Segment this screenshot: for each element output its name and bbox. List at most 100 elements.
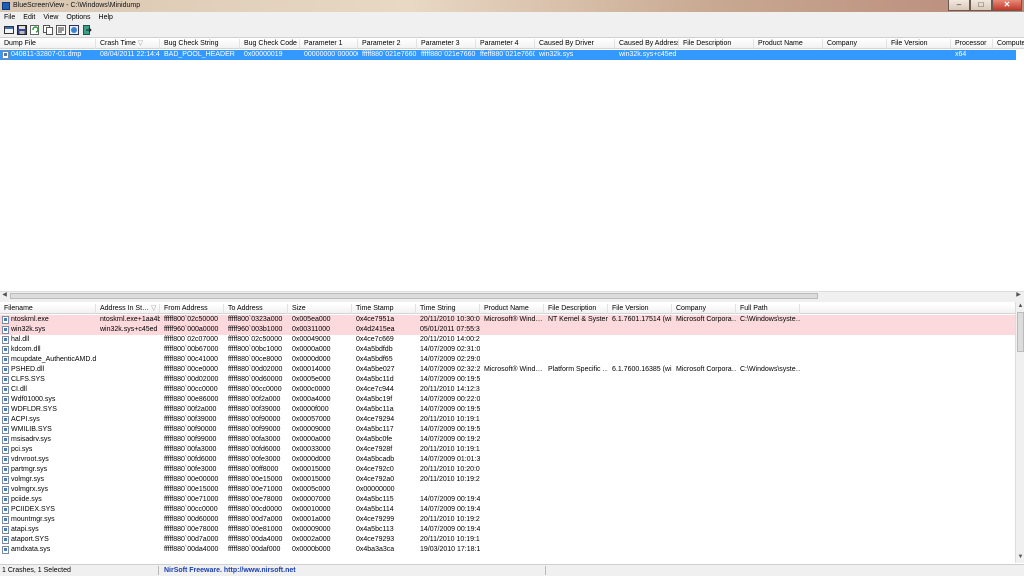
table-row[interactable]: mountmgr.sys fffff880`00d60000 fffff880`00…	[0, 515, 1015, 525]
table-row[interactable]: CLFS.SYS fffff880`00d02000 fffff880`00d600…	[0, 375, 1015, 385]
column-header-file-description[interactable]: File Description	[679, 39, 754, 49]
table-row[interactable]: amdxata.sys fffff880`00da4000 fffff880`00d…	[0, 545, 1015, 555]
column-header-product-name[interactable]: Product Name	[480, 304, 544, 314]
cell-full-path	[736, 335, 800, 345]
column-header-address-in-st[interactable]: Address In St… ▽	[96, 304, 160, 314]
exit-icon[interactable]	[82, 25, 92, 35]
table-row[interactable]: volmgrx.sys fffff880`00e15000 fffff880`00e…	[0, 485, 1015, 495]
column-header-computer[interactable]: Computer	[993, 39, 1024, 49]
options-icon[interactable]	[4, 25, 14, 35]
column-header-parameter-3[interactable]: Parameter 3	[417, 39, 476, 49]
table-row[interactable]: pci.sys fffff880`00fa3000 fffff880`00fd600…	[0, 445, 1015, 455]
column-header-time-string[interactable]: Time String	[416, 304, 480, 314]
table-row[interactable]: msisadrv.sys fffff880`00f99000 fffff880`00…	[0, 435, 1015, 445]
column-header-full-path[interactable]: Full Path	[736, 304, 800, 314]
cell-text: PCIIDEX.SYS	[11, 506, 55, 513]
table-row[interactable]: partmgr.sys fffff880`00fe3000 fffff880`00f…	[0, 465, 1015, 475]
cell-size: 0x0000f000	[292, 406, 329, 413]
cell-file-description	[544, 445, 608, 455]
column-header-to-address[interactable]: To Address	[224, 304, 288, 314]
column-header-size[interactable]: Size	[288, 304, 352, 314]
cell-address-in-st: ntoskrnl.exe+1aa4b3	[100, 316, 160, 323]
cell-time-stamp: 0x4a5bdfdb	[356, 346, 393, 353]
cell-size: 0x00015000	[292, 466, 331, 473]
refresh-icon[interactable]	[30, 25, 40, 35]
table-row[interactable]: 040811-32807-01.dmp 08/04/2011 22:14:44 BA…	[0, 50, 1016, 60]
scroll-down-icon[interactable]: ▼	[1016, 554, 1024, 561]
vertical-scrollbar[interactable]: ▲ ▼	[1015, 302, 1024, 563]
table-row[interactable]: hal.dll fffff800`02c07000 fffff800`02c5000…	[0, 335, 1015, 345]
horizontal-scrollbar[interactable]: ◀ ▶	[0, 291, 1024, 299]
save-icon[interactable]	[17, 25, 27, 35]
cell-time-stamp: 0x4a5bc0fe	[356, 436, 393, 443]
html-report-icon[interactable]	[69, 25, 79, 35]
cell-time-stamp: 0x4ce792c0	[356, 466, 394, 473]
table-row[interactable]: ntoskrnl.exe ntoskrnl.exe+1aa4b3 fffff800`…	[0, 315, 1015, 325]
column-header-bug-check-string[interactable]: Bug Check String	[160, 39, 240, 49]
column-header-dump-file[interactable]: Dump File	[0, 39, 96, 49]
table-row[interactable]: CI.dll fffff880`00cc0000 fffff880`00cc0000…	[0, 385, 1015, 395]
minimize-button[interactable]: –	[948, 0, 970, 11]
maximize-button[interactable]: □	[970, 0, 992, 11]
cell-size: 0x00049000	[292, 336, 331, 343]
vertical-scroll-thumb[interactable]	[1017, 312, 1024, 352]
column-header-parameter-2[interactable]: Parameter 2	[358, 39, 417, 49]
scroll-left-icon[interactable]: ◀	[0, 292, 9, 299]
table-row[interactable]: pciide.sys fffff880`00e71000 fffff880`00e7…	[0, 495, 1015, 505]
column-header-file-version[interactable]: File Version	[608, 304, 672, 314]
cell-size: 0x000a4000	[292, 396, 331, 403]
scroll-right-icon[interactable]: ▶	[1014, 292, 1023, 299]
copy-icon[interactable]	[43, 25, 53, 35]
column-header-filename[interactable]: Filename	[0, 304, 96, 314]
column-header-file-description[interactable]: File Description	[544, 304, 608, 314]
cell-address-in-st	[96, 415, 160, 425]
cell-company	[672, 455, 736, 465]
close-button[interactable]: ✕	[992, 0, 1022, 11]
column-header-time-stamp[interactable]: Time Stamp	[352, 304, 416, 314]
table-row[interactable]: WMILIB.SYS fffff880`00f90000 fffff880`00f9…	[0, 425, 1015, 435]
menu-options[interactable]: Options	[62, 12, 94, 22]
table-row[interactable]: volmgr.sys fffff880`00e00000 fffff880`00e1…	[0, 475, 1015, 485]
table-row[interactable]: win32k.sys win32k.sys+c45ed fffff960`000a0…	[0, 325, 1015, 335]
table-row[interactable]: ataport.SYS fffff880`00d7a000 fffff880`00d…	[0, 535, 1015, 545]
menu-edit[interactable]: Edit	[19, 12, 39, 22]
menu-view[interactable]: View	[39, 12, 62, 22]
cell-file-version	[608, 535, 672, 545]
cell-file-version	[608, 345, 672, 355]
status-count: 1 Crashes, 1 Selected	[2, 567, 71, 574]
table-row[interactable]: atapi.sys fffff880`00e78000 fffff880`00e81…	[0, 525, 1015, 535]
cell-full-path	[736, 495, 800, 505]
table-row[interactable]: Wdf01000.sys fffff880`00e86000 fffff880`00…	[0, 395, 1015, 405]
cell-product-name: Microsoft® Wind…	[484, 316, 543, 323]
cell-full-path	[736, 505, 800, 515]
column-header-company[interactable]: Company	[672, 304, 736, 314]
nirsoft-link[interactable]: NirSoft Freeware. http://www.nirsoft.net	[164, 567, 296, 574]
table-row[interactable]: kdcom.dll fffff800`00b67000 fffff800`00bc1…	[0, 345, 1015, 355]
menu-file[interactable]: File	[0, 12, 19, 22]
column-header-processor[interactable]: Processor	[951, 39, 993, 49]
cell-from-address: fffff880`00e15000	[164, 486, 219, 493]
scroll-up-icon[interactable]: ▲	[1016, 303, 1024, 310]
column-header-parameter-4[interactable]: Parameter 4	[476, 39, 535, 49]
column-header-caused-by-address[interactable]: Caused By Address	[615, 39, 679, 49]
table-row[interactable]: PCIIDEX.SYS fffff880`00cc0000 fffff880`00c…	[0, 505, 1015, 515]
column-header-company[interactable]: Company	[823, 39, 887, 49]
table-row[interactable]: mcupdate_AuthenticAMD.dll fffff880`00c410…	[0, 355, 1015, 365]
table-row[interactable]: ACPI.sys fffff880`00f39000 fffff880`00f900…	[0, 415, 1015, 425]
column-header-parameter-1[interactable]: Parameter 1	[300, 39, 358, 49]
table-row[interactable]: PSHED.dll fffff880`00ce0000 fffff880`00d02…	[0, 365, 1015, 375]
table-row[interactable]: vdrvroot.sys fffff880`00fd6000 fffff880`00…	[0, 455, 1015, 465]
properties-icon[interactable]	[56, 25, 66, 35]
column-header-caused-by-driver[interactable]: Caused By Driver	[535, 39, 615, 49]
cell-text: partmgr.sys	[11, 466, 48, 473]
column-header-crash-time[interactable]: Crash Time ▽	[96, 39, 160, 49]
cell-address-in-st	[96, 495, 160, 505]
pane-splitter[interactable]	[0, 299, 1024, 302]
menu-help[interactable]: Help	[95, 12, 117, 22]
column-header-from-address[interactable]: From Address	[160, 304, 224, 314]
column-header-file-version[interactable]: File Version	[887, 39, 951, 49]
column-header-bug-check-code[interactable]: Bug Check Code	[240, 39, 300, 49]
table-row[interactable]: WDFLDR.SYS fffff880`00f2a000 fffff880`00f3…	[0, 405, 1015, 415]
cell-full-path	[736, 465, 800, 475]
column-header-product-name[interactable]: Product Name	[754, 39, 823, 49]
